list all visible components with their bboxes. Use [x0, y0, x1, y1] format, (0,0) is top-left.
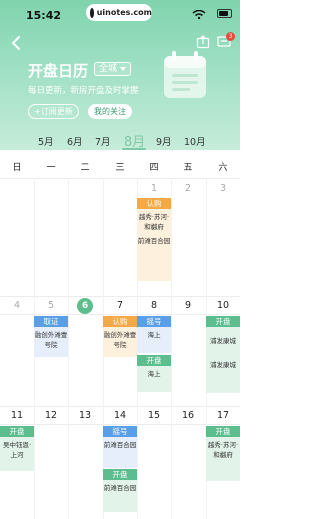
divider	[0, 178, 240, 179]
weekday-tue: 二	[80, 163, 90, 173]
day-cell[interactable]: 15	[137, 410, 171, 421]
day-cell[interactable]: 12	[34, 410, 68, 421]
wifi-icon	[192, 10, 206, 19]
day-cell[interactable]: 5	[34, 300, 68, 311]
tab-month-5[interactable]: 5月	[38, 134, 54, 148]
weekday-sat: 六	[218, 163, 228, 173]
site-url: uinotes.com	[96, 8, 152, 17]
event-tag-opening[interactable]: 开盘	[103, 469, 137, 480]
divider	[0, 296, 240, 297]
calendar-illustration-icon	[164, 51, 206, 98]
month-tabs: 5月 6月 7月 8月 9月 10月	[0, 130, 240, 154]
event-tag-subscribe[interactable]: 认购	[103, 316, 137, 327]
event-card[interactable]: 吴中钰恩·上河	[0, 437, 34, 471]
event-tag-lottery[interactable]: 摇号	[137, 316, 171, 327]
tab-month-6[interactable]: 6月	[67, 134, 83, 148]
event-card[interactable]: 融创外滩壹号院	[34, 327, 68, 357]
event-project: 前滩百合园	[103, 441, 137, 449]
day-cell[interactable]: 16	[171, 410, 205, 421]
weekday-header: 日 一 二 三 四 五 六	[0, 160, 240, 178]
page-subtitle: 每日更新，新房开盘及时掌握	[28, 86, 139, 96]
event-card[interactable]: 越秀·苏河·和樾府 前滩百合园	[137, 209, 171, 281]
event-project: 浦发康城	[210, 337, 236, 345]
my-follow-button[interactable]: 我的关注	[88, 104, 132, 119]
event-tag-permit[interactable]: 取证	[34, 316, 68, 327]
day-cell[interactable]: 2	[171, 183, 205, 194]
event-project: 浦发康城	[210, 361, 236, 369]
status-bar: 15:42 uinotes.com	[0, 0, 240, 28]
event-project: 融创外滩壹号院	[103, 331, 137, 349]
day-cell[interactable]: 3	[206, 183, 240, 194]
event-card[interactable]: 海上	[137, 366, 171, 392]
divider	[171, 178, 172, 519]
event-card[interactable]: 浦发康城 浦发康城	[206, 327, 240, 393]
subscribe-button[interactable]: +订阅更新	[28, 104, 79, 119]
divider	[0, 314, 240, 315]
day-cell[interactable]: 11	[0, 410, 34, 421]
active-month-indicator	[122, 148, 146, 150]
weekday-wed: 三	[115, 163, 125, 173]
divider	[0, 424, 240, 425]
day-cell[interactable]: 14	[103, 410, 137, 421]
event-project: 前滩百合园	[103, 484, 137, 492]
tab-month-10[interactable]: 10月	[184, 134, 206, 148]
weekday-mon: 一	[46, 163, 56, 173]
day-cell[interactable]: 8	[137, 300, 171, 311]
event-card[interactable]: 前滩百合园	[103, 437, 137, 468]
event-tag-opening[interactable]: 开盘	[137, 355, 171, 366]
event-card[interactable]: 海上	[137, 327, 171, 353]
city-selector[interactable]: 全城	[94, 62, 132, 76]
event-project: 越秀·苏河·和樾府	[207, 441, 239, 459]
divider	[0, 406, 240, 407]
weekday-sun: 日	[12, 163, 22, 173]
battery-icon	[217, 9, 232, 18]
day-cell[interactable]: 1	[137, 183, 171, 194]
event-project: 吴中钰恩·上河	[2, 441, 32, 459]
share-icon[interactable]	[196, 35, 210, 49]
day-cell[interactable]: 7	[103, 300, 137, 311]
day-cell[interactable]: 10	[206, 300, 240, 311]
weekday-thu: 四	[149, 163, 159, 173]
day-cell[interactable]: 4	[0, 300, 34, 311]
back-icon[interactable]	[10, 35, 22, 51]
day-cell[interactable]: 13	[68, 410, 102, 421]
event-tag-opening[interactable]: 开盘	[206, 316, 240, 327]
event-card[interactable]: 越秀·苏河·和樾府	[206, 437, 240, 481]
event-tag-subscribe[interactable]: 认购	[137, 198, 171, 209]
event-card[interactable]: 前滩百合园	[103, 480, 137, 512]
event-project: 海上	[147, 331, 161, 339]
event-project: 越秀·苏河·和樾府	[138, 213, 170, 231]
event-project: 融创外滩壹号院	[34, 331, 68, 349]
event-tag-opening[interactable]: 开盘	[206, 426, 240, 437]
event-card[interactable]: 融创外滩壹号院	[103, 327, 137, 357]
event-project: 海上	[147, 370, 161, 378]
city-label: 全城	[99, 64, 118, 74]
day-cell[interactable]: 9	[171, 300, 205, 311]
header-banner: 15:42 uinotes.com 3 开盘日历 全城 每日更新，新房开盘及时掌…	[0, 0, 240, 150]
divider	[68, 178, 69, 519]
chevron-down-icon	[120, 67, 127, 71]
site-pill: uinotes.com	[86, 4, 152, 21]
page-title: 开盘日历	[28, 62, 89, 80]
status-time: 15:42	[26, 9, 62, 22]
weekday-fri: 五	[183, 163, 193, 173]
message-badge: 3	[226, 32, 235, 41]
tab-month-7[interactable]: 7月	[95, 134, 111, 148]
event-tag-lottery[interactable]: 摇号	[103, 426, 137, 437]
day-cell[interactable]: 17	[206, 410, 240, 421]
event-project: 前滩百合园	[137, 237, 171, 245]
site-logo-icon	[90, 7, 94, 18]
today-marker[interactable]: 6	[77, 298, 93, 314]
tab-month-9[interactable]: 9月	[156, 134, 172, 148]
event-tag-opening[interactable]: 开盘	[0, 426, 34, 437]
